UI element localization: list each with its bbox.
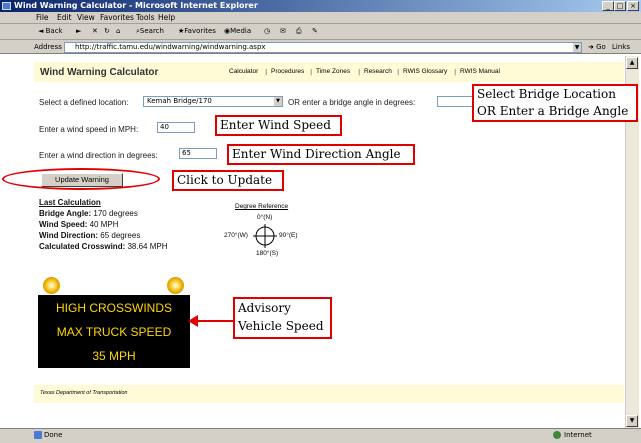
crosswind-result: Calculated Crosswind: 38.64 MPH — [39, 242, 168, 251]
bridge-angle-result: Bridge Angle: 170 degrees — [39, 209, 138, 218]
scroll-down-icon[interactable]: ▼ — [626, 415, 638, 427]
sign-line-2: MAX TRUCK SPEED — [56, 325, 172, 339]
maximize-button[interactable]: □ — [614, 1, 626, 11]
wind-direction-label: Enter a wind direction in degrees: — [39, 151, 158, 160]
menu-tools[interactable]: Tools — [136, 13, 154, 22]
sign-line-1: HIGH CROSSWINDS — [55, 301, 172, 315]
callout-wind-speed: Enter Wind Speed — [215, 115, 342, 136]
address-label: Address — [34, 43, 62, 51]
wind-direction-input[interactable]: 65 — [179, 148, 217, 159]
menu-favorites[interactable]: Favorites — [100, 13, 134, 22]
nav-rwis-glossary[interactable]: RWIS Glossary — [403, 68, 447, 75]
sign-line-3: 35 MPH — [92, 349, 136, 363]
search-button[interactable]: ⌕Search — [136, 27, 164, 36]
warning-lamp-icon — [167, 277, 184, 294]
menu-view[interactable]: View — [77, 13, 95, 22]
wind-speed-input[interactable]: 40 — [157, 122, 195, 133]
east-label: 90°(E) — [279, 232, 298, 239]
north-label: 0°(N) — [257, 214, 273, 221]
forward-button[interactable]: ► — [76, 27, 81, 35]
callout-advisory: Advisory Vehicle Speed — [233, 297, 332, 339]
nav-calculator[interactable]: Calculator — [229, 68, 258, 75]
degree-reference-title: Degree Reference — [235, 203, 289, 210]
media-button[interactable]: ◉Media — [224, 27, 251, 35]
page-icon — [34, 431, 42, 439]
callout-select-bridge: Select Bridge Location OR Enter a Bridge… — [472, 84, 638, 122]
warning-lamp-icon — [43, 277, 60, 294]
west-label: 270°(W) — [224, 232, 248, 239]
page-title: Wind Warning Calculator — [40, 67, 159, 78]
bridge-angle-label: OR enter a bridge angle in degrees: — [288, 98, 416, 107]
menu-edit[interactable]: Edit — [57, 13, 72, 22]
go-button[interactable]: ➜ Go — [588, 43, 606, 51]
ie-icon — [2, 2, 11, 10]
nav-rwis-manual[interactable]: RWIS Manual — [460, 68, 500, 75]
address-input[interactable]: http://traffic.tamu.edu/windwarning/wind… — [64, 42, 582, 53]
security-zone: Internet — [564, 431, 592, 439]
scroll-up-icon[interactable]: ▲ — [626, 57, 638, 69]
bridge-angle-input[interactable] — [437, 96, 473, 107]
nav-research[interactable]: Research — [364, 68, 392, 75]
favorites-button[interactable]: ★Favorites — [178, 27, 216, 35]
nav-separator: | — [454, 68, 457, 76]
wind-speed-label: Enter a wind speed in MPH: — [39, 125, 139, 134]
south-label: 180°(S) — [256, 250, 279, 257]
callout-update: Click to Update — [172, 170, 284, 191]
wind-direction-result: Wind Direction: 65 degrees — [39, 231, 141, 240]
minimize-button[interactable]: _ — [602, 1, 614, 11]
arrow-left-icon — [188, 315, 234, 327]
nav-separator: | — [358, 68, 361, 76]
window-title: Wind Warning Calculator - Microsoft Inte… — [0, 0, 641, 12]
status-bar — [0, 428, 641, 443]
footer-text: Texas Department of Transportation — [40, 390, 128, 396]
stop-icon[interactable]: ✕ — [92, 27, 98, 35]
links-button[interactable]: Links — [612, 43, 630, 51]
last-calculation-heading: Last Calculation — [39, 198, 101, 207]
location-label: Select a defined location: — [39, 98, 129, 107]
nav-procedures[interactable]: Procedures — [271, 68, 304, 75]
chevron-down-icon[interactable]: ▼ — [274, 97, 282, 106]
status-text: Done — [44, 431, 63, 439]
menu-help[interactable]: Help — [158, 13, 175, 22]
print-icon[interactable]: ⎙ — [296, 27, 302, 36]
address-dropdown-icon[interactable]: ▼ — [573, 43, 581, 52]
home-icon[interactable]: ⌂ — [116, 27, 120, 35]
globe-icon — [553, 431, 561, 439]
back-button[interactable]: ◄ Back — [38, 27, 63, 35]
toolbar: ◄ Back ► ✕ ↻ ⌂ ⌕Search ★Favorites ◉Media… — [0, 24, 641, 40]
close-button[interactable]: × — [627, 1, 639, 11]
nav-time-zones[interactable]: Time Zones — [316, 68, 350, 75]
nav-separator: | — [397, 68, 400, 76]
location-select[interactable]: Kemah Bridge/170 — [143, 96, 283, 107]
menu-file[interactable]: File — [36, 13, 49, 22]
refresh-icon[interactable]: ↻ — [104, 27, 110, 35]
history-icon[interactable]: ◷ — [264, 27, 270, 35]
mail-icon[interactable]: ✉ — [280, 27, 286, 35]
edit-icon[interactable]: ✎ — [312, 27, 318, 35]
nav-separator: | — [265, 68, 268, 76]
callout-wind-direction: Enter Wind Direction Angle — [227, 144, 415, 165]
wind-speed-result: Wind Speed: 40 MPH — [39, 220, 119, 229]
compass-icon — [253, 224, 277, 248]
menu-bar: File Edit View Favorites Tools Help — [0, 12, 641, 24]
update-button-highlight — [2, 168, 160, 190]
nav-separator: | — [310, 68, 313, 76]
